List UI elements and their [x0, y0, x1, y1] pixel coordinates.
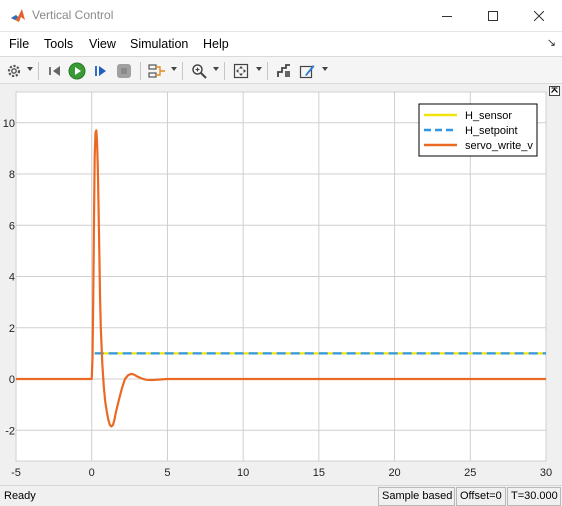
- x-tick-label: 0: [89, 467, 95, 479]
- y-tick-label: 6: [9, 220, 15, 232]
- x-tick-label: 25: [464, 467, 476, 479]
- zoom-dropdown-icon[interactable]: [213, 67, 219, 71]
- menu-simulation[interactable]: Simulation: [130, 37, 188, 51]
- step-forward-icon: [95, 66, 106, 76]
- x-tick-label: 10: [237, 467, 249, 479]
- maximize-icon: [488, 11, 498, 21]
- scope-plot-area: -5 0 5 10 15 20 25 30 -2 0 2 4 6 8 10 H_sensor H_setpoi…: [0, 84, 562, 485]
- maximize-button[interactable]: [470, 0, 516, 32]
- toolbar-separator: [182, 62, 183, 80]
- status-bar: Ready Sample based Offset=0 T=30.000: [0, 485, 562, 506]
- close-icon: [534, 11, 544, 21]
- run-button[interactable]: [67, 61, 87, 81]
- legend-label: H_setpoint: [465, 125, 518, 137]
- status-sample-based: Sample based: [378, 487, 455, 506]
- menu-tools[interactable]: Tools: [44, 37, 73, 51]
- stop-button[interactable]: [114, 61, 134, 81]
- status-ready: Ready: [4, 490, 36, 502]
- restore-button[interactable]: [45, 61, 65, 81]
- step-forward-button[interactable]: [91, 61, 111, 81]
- signal-dropdown-icon[interactable]: [171, 67, 177, 71]
- y-tick-label: 2: [9, 323, 15, 335]
- style-edit-icon: [299, 65, 315, 79]
- signal-selector-icon: [148, 64, 165, 78]
- x-tick-label: 20: [388, 467, 400, 479]
- toolbar-separator: [38, 62, 39, 80]
- menu-help[interactable]: Help: [203, 37, 229, 51]
- fit-dropdown-icon[interactable]: [256, 67, 262, 71]
- highlight-button[interactable]: [274, 61, 294, 81]
- settings-gear-icon: [7, 64, 21, 78]
- settings-button[interactable]: [4, 61, 24, 81]
- y-tick-label: 10: [3, 118, 15, 130]
- matlab-logo-icon: [11, 9, 25, 22]
- x-tick-label: 30: [540, 467, 552, 479]
- x-tick-label: 15: [313, 467, 325, 479]
- y-tick-label: 0: [9, 374, 15, 386]
- settings-dropdown-icon[interactable]: [27, 67, 33, 71]
- minimize-button[interactable]: [424, 0, 470, 32]
- legend-label: servo_write_v: [465, 140, 533, 152]
- minimize-icon: [442, 16, 452, 17]
- fit-to-view-icon: [233, 63, 249, 79]
- x-tick-label: 5: [164, 467, 170, 479]
- fit-to-view-button[interactable]: [231, 61, 251, 81]
- legend[interactable]: H_sensor H_setpoint servo_write_v: [418, 103, 538, 157]
- y-tick-label: 4: [9, 272, 15, 284]
- status-time: T=30.000: [507, 487, 561, 506]
- signal-selector-button[interactable]: [147, 61, 167, 81]
- zoom-icon: [192, 64, 207, 79]
- menu-view[interactable]: View: [89, 37, 116, 51]
- dock-arrow-icon[interactable]: ↘: [547, 36, 556, 49]
- status-offset: Offset=0: [456, 487, 506, 506]
- toolbar-separator: [267, 62, 268, 80]
- undock-icon[interactable]: [549, 86, 560, 96]
- restore-icon: [49, 66, 60, 76]
- highlight-icon: [277, 64, 290, 77]
- legend-label: H_sensor: [465, 110, 512, 122]
- toolbar-separator: [224, 62, 225, 80]
- x-tick-label: -5: [11, 467, 21, 479]
- toolbar-separator: [140, 62, 141, 80]
- window-title: Vertical Control: [32, 8, 114, 22]
- zoom-button[interactable]: [189, 61, 209, 81]
- style-edit-button[interactable]: [297, 61, 317, 81]
- style-dropdown-icon[interactable]: [322, 67, 328, 71]
- toolbar: [0, 56, 562, 84]
- y-tick-label: -2: [5, 425, 15, 437]
- scope-chart[interactable]: -5 0 5 10 15 20 25 30 -2 0 2 4 6 8 10 H_sensor H_setpoi…: [0, 84, 562, 485]
- stop-icon: [117, 64, 131, 78]
- y-tick-label: 8: [9, 169, 15, 181]
- close-button[interactable]: [516, 0, 562, 32]
- title-bar: Vertical Control: [0, 0, 562, 32]
- menu-bar: File Tools View Simulation Help ↘: [0, 32, 562, 56]
- menu-file[interactable]: File: [9, 37, 29, 51]
- run-icon: [68, 62, 86, 80]
